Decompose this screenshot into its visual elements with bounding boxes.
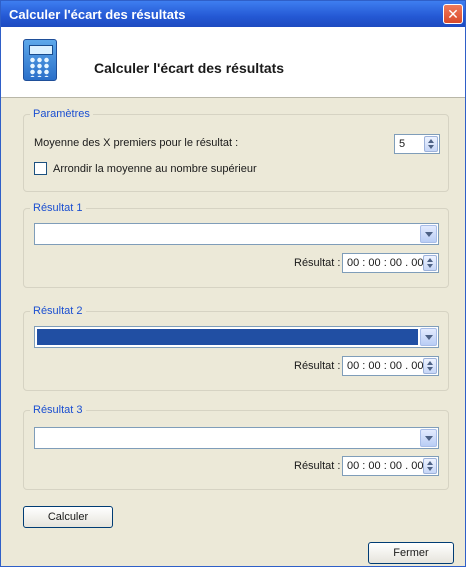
chevron-down-icon[interactable]	[420, 328, 437, 346]
resultat-2-spin-icon[interactable]	[423, 358, 437, 374]
moyenne-value: 5	[399, 138, 406, 150]
resultat-2-result-label: Résultat :	[294, 360, 341, 372]
resultat-1-group: Résultat 1 Résultat : 00 : 00 : 00 . 000	[23, 202, 449, 288]
resultat-3-select[interactable]	[34, 427, 439, 449]
chevron-down-icon[interactable]	[420, 225, 437, 243]
resultat-2-time: 00 : 00 : 00 . 000	[347, 360, 430, 372]
dialog-window: Calculer l'écart des résultats ✕ Calcule…	[0, 0, 466, 567]
resultat-1-spin-icon[interactable]	[423, 255, 437, 271]
title-bar[interactable]: Calculer l'écart des résultats ✕	[1, 1, 465, 27]
resultat-3-group: Résultat 3 Résultat : 00 : 00 : 00 . 000	[23, 404, 449, 490]
resultat-3-time: 00 : 00 : 00 . 000	[347, 460, 430, 472]
moyenne-label: Moyenne des X premiers pour le résultat …	[34, 137, 239, 149]
parametres-legend: Paramètres	[30, 108, 93, 120]
dialog-header: Calculer l'écart des résultats	[1, 27, 465, 98]
resultat-2-selection-highlight	[37, 329, 418, 345]
resultat-2-select[interactable]	[34, 326, 439, 348]
resultat-2-group: Résultat 2 Résultat : 00 : 00 : 00 . 000	[23, 305, 449, 391]
close-icon: ✕	[447, 5, 459, 22]
resultat-1-select[interactable]	[34, 223, 439, 245]
close-button[interactable]: ✕	[443, 4, 463, 24]
moyenne-spin-icon[interactable]	[424, 136, 438, 152]
resultat-3-result-label: Résultat :	[294, 460, 341, 472]
calculator-icon	[23, 39, 57, 81]
header-title: Calculer l'écart des résultats	[94, 60, 285, 76]
resultat-3-time-field[interactable]: 00 : 00 : 00 . 000	[342, 456, 439, 476]
chevron-down-icon[interactable]	[420, 429, 437, 447]
resultat-2-legend: Résultat 2	[30, 305, 86, 317]
arrondir-label[interactable]: Arrondir la moyenne au nombre supérieur	[53, 163, 257, 175]
resultat-2-time-field[interactable]: 00 : 00 : 00 . 000	[342, 356, 439, 376]
window-title: Calculer l'écart des résultats	[9, 6, 186, 22]
resultat-1-result-label: Résultat :	[294, 257, 341, 269]
moyenne-stepper[interactable]: 5	[394, 134, 440, 154]
parametres-group: Paramètres Moyenne des X premiers pour l…	[23, 108, 449, 192]
resultat-1-legend: Résultat 1	[30, 202, 86, 214]
resultat-1-time-field[interactable]: 00 : 00 : 00 . 000	[342, 253, 439, 273]
fermer-button[interactable]: Fermer	[368, 542, 454, 564]
calculer-button[interactable]: Calculer	[23, 506, 113, 528]
resultat-3-legend: Résultat 3	[30, 404, 86, 416]
resultat-1-time: 00 : 00 : 00 . 000	[347, 257, 430, 269]
resultat-3-spin-icon[interactable]	[423, 458, 437, 474]
arrondir-checkbox[interactable]	[34, 162, 47, 175]
